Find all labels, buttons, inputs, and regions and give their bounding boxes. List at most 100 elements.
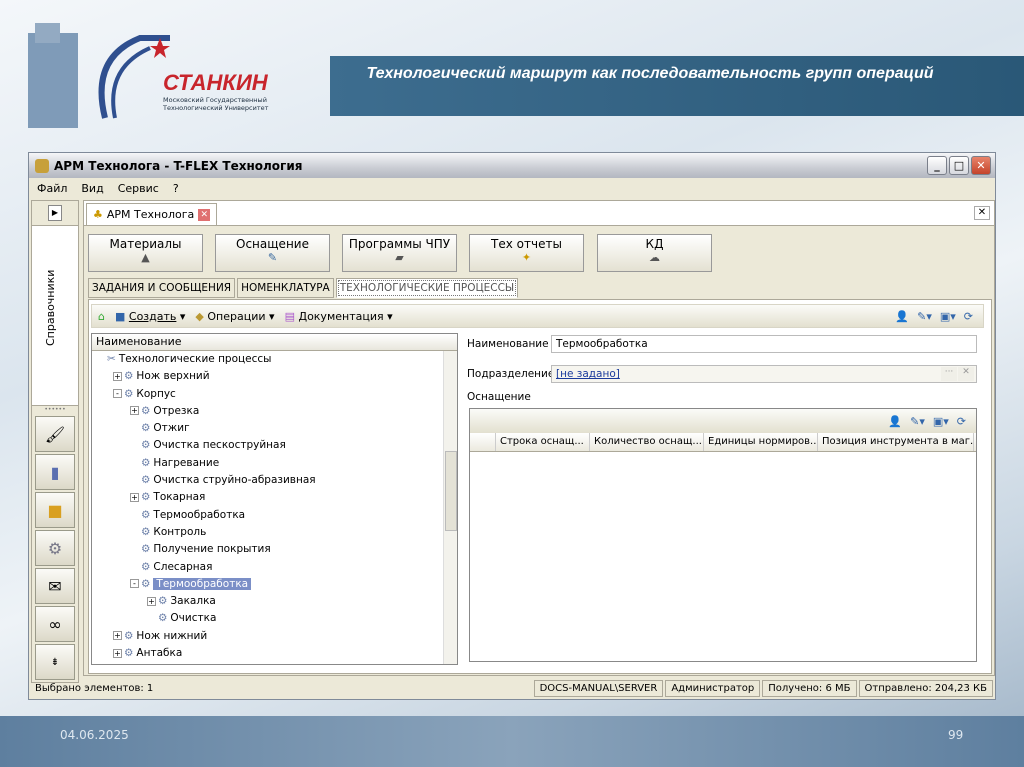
- tree-header[interactable]: Наименование: [92, 334, 457, 351]
- status-received: Получено: 6 МБ: [762, 680, 857, 697]
- window-icon[interactable]: ▣▾: [940, 310, 956, 323]
- tab-tasks[interactable]: ЗАДАНИЯ И СООБЩЕНИЯ: [88, 278, 236, 298]
- cnc-programs-button[interactable]: Программы ЧПУ ▰: [342, 234, 457, 272]
- edit-icon[interactable]: ✎▾: [917, 310, 932, 323]
- tree-item[interactable]: - ⚙ Корпус: [92, 386, 457, 403]
- kd-icon: ☁: [649, 251, 660, 264]
- materials-button[interactable]: Материалы ▲: [88, 234, 203, 272]
- home-icon[interactable]: ⌂: [98, 310, 105, 323]
- gears-icon[interactable]: ⚙: [35, 530, 75, 566]
- division-link[interactable]: [не задано]: [556, 368, 620, 380]
- close-button[interactable]: ✕: [971, 156, 991, 175]
- edit-icon[interactable]: ✎▾: [910, 415, 925, 428]
- tab-nomenclature[interactable]: НОМЕНКЛАТУРА: [237, 278, 334, 298]
- menu-service[interactable]: Сервис: [118, 182, 159, 195]
- tree-item[interactable]: - ⚙ Термообработка: [92, 576, 457, 593]
- expand-icon[interactable]: +: [113, 648, 122, 658]
- refresh-icon[interactable]: ⟳: [964, 310, 973, 323]
- maximize-button[interactable]: □: [949, 156, 969, 175]
- status-selected: Выбрано элементов: 1: [35, 683, 154, 694]
- database-icon[interactable]: ▮: [35, 454, 75, 490]
- tree-item[interactable]: + ⚙ Антабка: [92, 645, 457, 662]
- user-icon[interactable]: 👤: [895, 310, 909, 323]
- col-header[interactable]: Количество оснащ...: [590, 433, 704, 451]
- expand-icon[interactable]: +: [130, 492, 139, 502]
- col-header[interactable]: Единицы нормиров...: [704, 433, 818, 451]
- division-label: Подразделение: [467, 368, 555, 380]
- clear-button[interactable]: ✕: [958, 367, 974, 381]
- app-window: АРМ Технолога - T-FLEX Технология _ □ ✕ Фа…: [28, 152, 996, 700]
- division-field[interactable]: [не задано] ··· ✕: [551, 365, 977, 383]
- tree-scrollbar[interactable]: [443, 351, 457, 664]
- gear-icon: ⚙: [124, 370, 134, 383]
- stankin-logo: СТАНКИН Московский Государственный Техно…: [20, 18, 290, 133]
- package-icon[interactable]: ■: [35, 492, 75, 528]
- menu-file[interactable]: Файл: [37, 182, 67, 195]
- tree-item[interactable]: ⚙ Контроль: [92, 524, 457, 541]
- cnc-icon: ▰: [395, 251, 404, 264]
- sidebar-label[interactable]: Справочники: [44, 270, 57, 346]
- tree-item[interactable]: ⚙ Очистка: [92, 610, 457, 627]
- create-button[interactable]: ■ Создать ▾: [115, 310, 185, 323]
- equipment-icon: ✎: [267, 251, 278, 264]
- operations-button[interactable]: ◆ Операции ▾: [195, 310, 274, 323]
- window-icon[interactable]: ▣▾: [933, 415, 949, 428]
- slide-date: 04.06.2025: [60, 728, 129, 742]
- menu-help[interactable]: ?: [173, 182, 179, 195]
- tree-item[interactable]: ⚙ Термообработка: [92, 507, 457, 524]
- menu-view[interactable]: Вид: [81, 182, 103, 195]
- name-field[interactable]: Термообработка: [551, 335, 977, 353]
- gear-icon: ⚙: [141, 422, 151, 435]
- brush-icon[interactable]: 🖌: [35, 416, 75, 452]
- user-icon[interactable]: 👤: [888, 415, 902, 428]
- tree-item[interactable]: ⚙ Очистка струйно-абразивная: [92, 472, 457, 489]
- name-label: Наименование: [467, 338, 549, 350]
- reports-button[interactable]: Тех отчеты ✦: [469, 234, 584, 272]
- tree-item[interactable]: + ⚙ Нож нижний: [92, 628, 457, 645]
- tree-item[interactable]: ⚙ Отжиг: [92, 420, 457, 437]
- minimize-button[interactable]: _: [927, 156, 947, 175]
- close-tab-icon[interactable]: ✕: [198, 208, 211, 221]
- kd-button[interactable]: КД ☁: [597, 234, 712, 272]
- tab-tech-processes[interactable]: ТЕХНОЛОГИЧЕСКИЕ ПРОЦЕССЫ: [335, 278, 519, 298]
- documentation-button[interactable]: ▤ Документация ▾: [285, 310, 393, 323]
- tree-item-label: Слесарная: [153, 560, 213, 573]
- browse-button[interactable]: ···: [941, 367, 957, 381]
- tree-item-label: Отжиг: [153, 422, 190, 435]
- window-title: АРМ Технолога - T-FLEX Технология: [54, 158, 303, 173]
- main-area: ♣ АРМ Технолога ✕ ✕ Материалы ▲ Оснащение ✎ …: [83, 200, 995, 676]
- collapse-icon[interactable]: ⇟: [35, 644, 75, 680]
- collapse-icon[interactable]: -: [130, 579, 139, 589]
- gear-icon: ⚙: [141, 525, 151, 538]
- equipment-button[interactable]: Оснащение ✎: [215, 234, 330, 272]
- col-header[interactable]: Строка оснащ...: [496, 433, 590, 451]
- tree-item-label: Отрезка: [153, 404, 200, 417]
- expand-icon[interactable]: +: [113, 631, 122, 641]
- tree-item[interactable]: ⚙ Очистка пескоструйная: [92, 437, 457, 454]
- tree-item-label: Корпус: [136, 387, 176, 400]
- close-document-button[interactable]: ✕: [974, 206, 990, 220]
- expand-sidebar-button[interactable]: ▶: [48, 205, 62, 221]
- tree-item[interactable]: ⚙ Получение покрытия: [92, 541, 457, 558]
- refresh-icon[interactable]: ⟳: [957, 415, 966, 428]
- equipment-label: Оснащение: [236, 237, 309, 251]
- materials-label: Материалы: [109, 237, 182, 251]
- tree-item[interactable]: + ⚙ Отрезка: [92, 403, 457, 420]
- link-icon[interactable]: ∞: [35, 606, 75, 642]
- doc-tab[interactable]: ♣ АРМ Технолога ✕: [86, 203, 218, 225]
- tree-item-label: Термообработка: [153, 508, 246, 521]
- expand-icon[interactable]: +: [130, 406, 139, 416]
- expand-icon[interactable]: +: [147, 596, 156, 606]
- mail-icon[interactable]: ✉: [35, 568, 75, 604]
- col-header[interactable]: Позиция инструмента в маг...: [818, 433, 974, 451]
- footer-band: [0, 716, 1024, 767]
- tree-item[interactable]: + ⚙ Токарная: [92, 489, 457, 506]
- tree-item[interactable]: + ⚙ Закалка: [92, 593, 457, 610]
- tree-item[interactable]: + ⚙ Нож верхний: [92, 368, 457, 385]
- collapse-icon[interactable]: -: [113, 389, 122, 399]
- tree-item[interactable]: ⚙ Слесарная: [92, 559, 457, 576]
- tree-item[interactable]: ⚙ Нагревание: [92, 455, 457, 472]
- title-bar: АРМ Технолога - T-FLEX Технология _ □ ✕: [29, 153, 995, 178]
- expand-icon[interactable]: +: [113, 371, 122, 381]
- tree-item[interactable]: ✂ Технологические процессы: [92, 351, 457, 368]
